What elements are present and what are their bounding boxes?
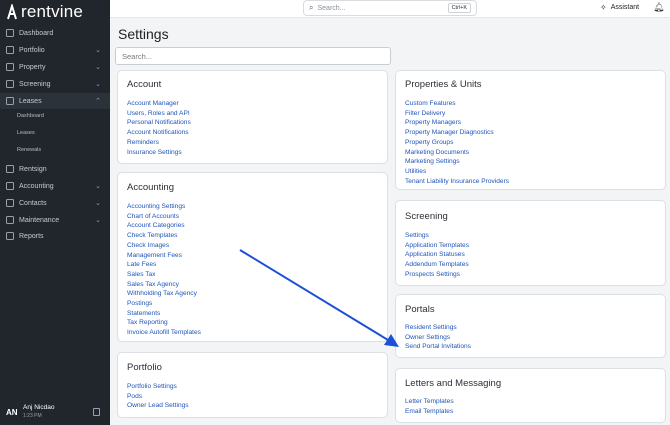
arrow-shaft — [239, 249, 389, 341]
annotation-arrow — [239, 249, 399, 347]
arrow-head — [384, 334, 399, 347]
